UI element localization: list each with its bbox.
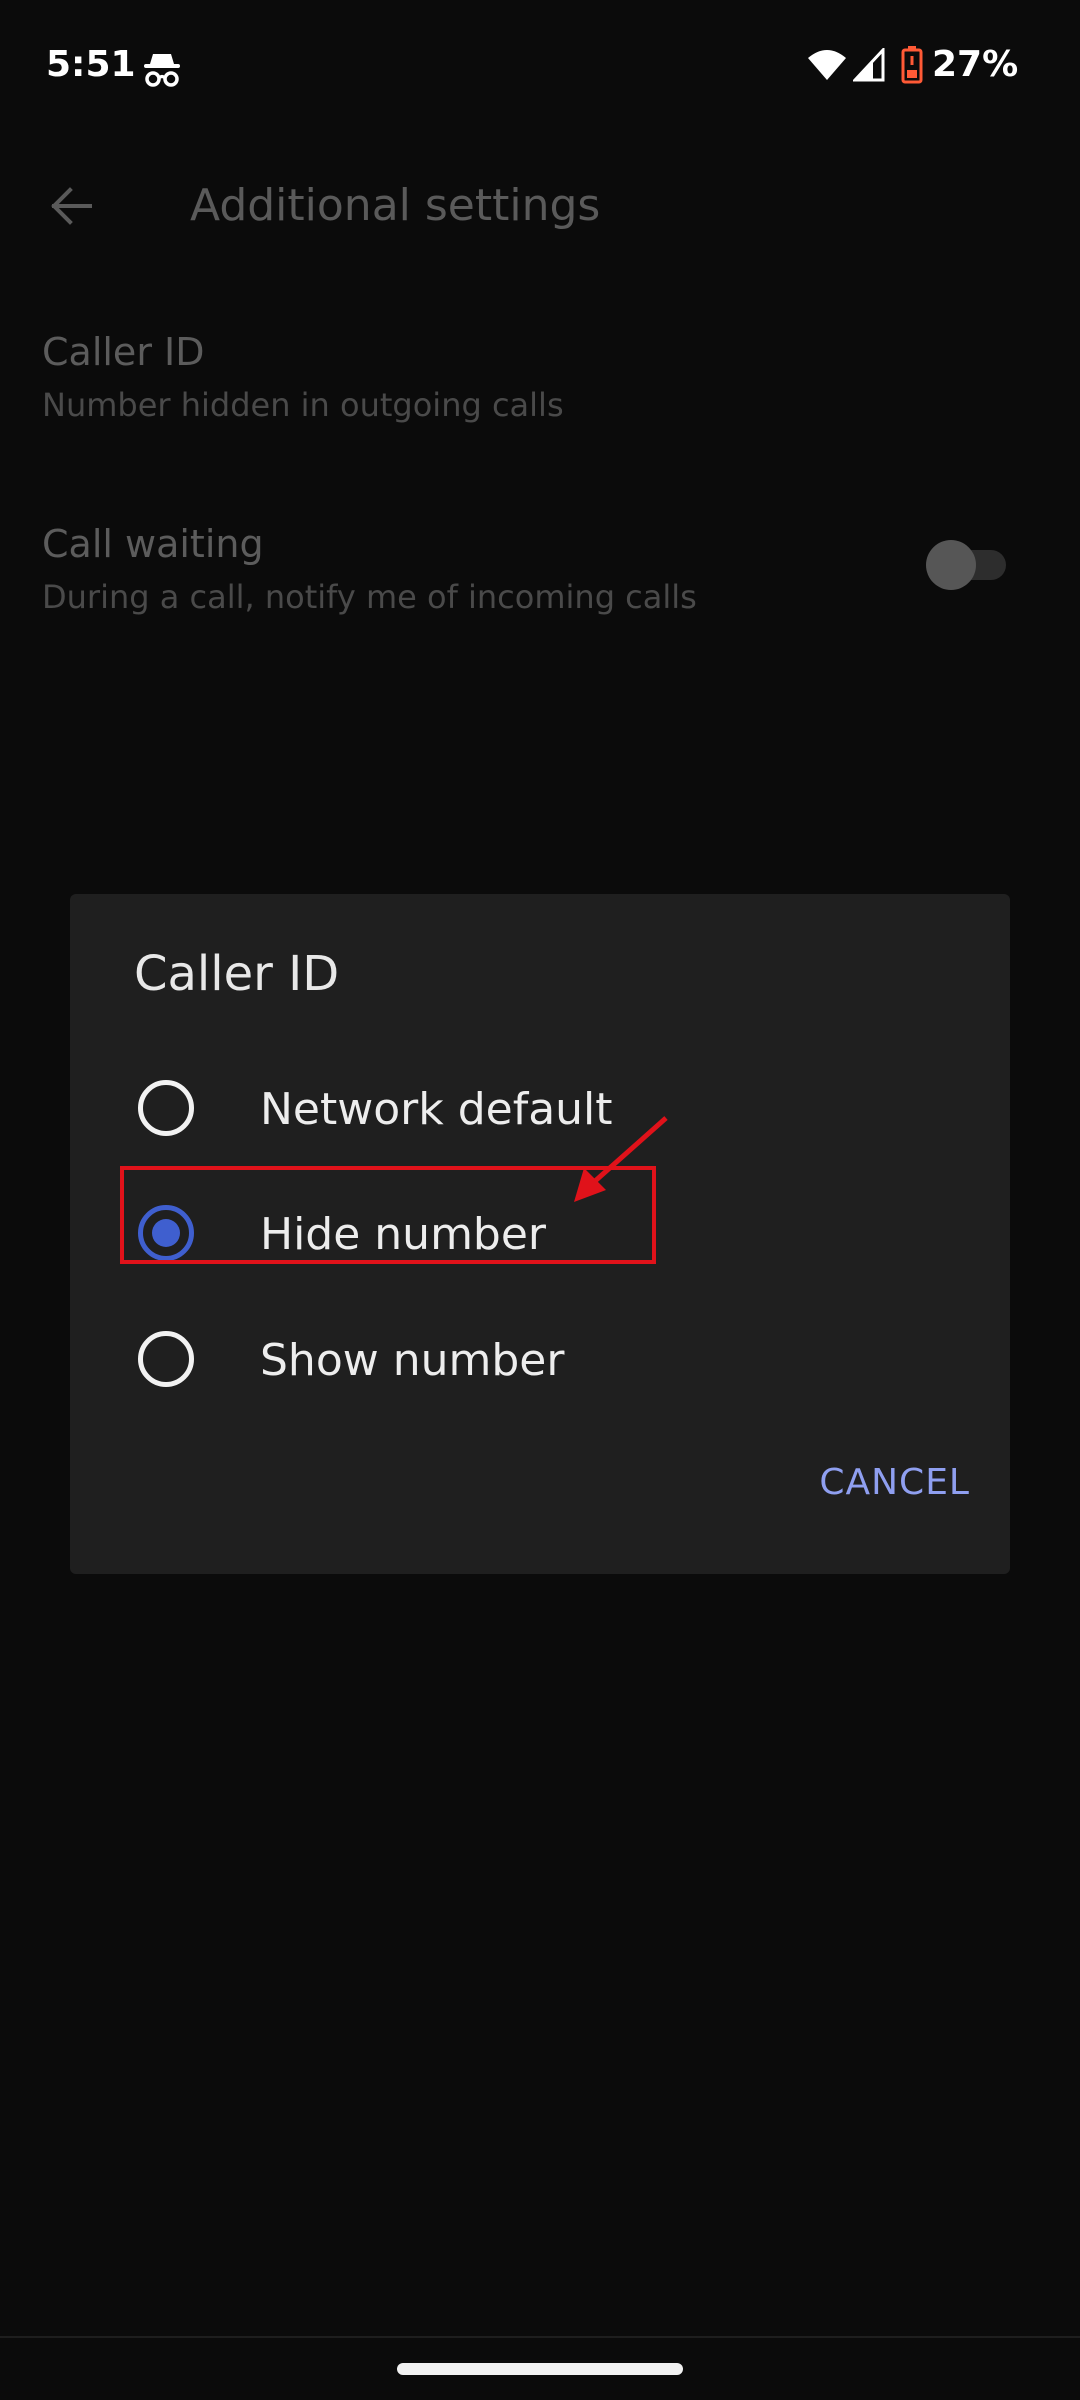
home-indicator[interactable] [397,2363,683,2375]
setting-title: Caller ID [42,330,205,374]
battery-icon [901,46,923,84]
cancel-button[interactable]: CANCEL [790,1462,970,1522]
incognito-icon [144,54,180,87]
caller-id-setting[interactable]: Caller ID Number hidden in outgoing call… [0,330,1080,440]
setting-subtitle: During a call, notify me of incoming cal… [42,578,697,616]
status-bar: 5:51 27% [0,0,1080,130]
call-waiting-setting[interactable]: Call waiting During a call, notify me of… [0,522,1080,632]
status-time: 5:51 [46,44,136,85]
nav-divider [0,2336,1080,2338]
annotation-arrow-icon [574,1116,668,1202]
signal-icon [853,48,885,82]
screen: 5:51 27% Additional settings Caller ID N… [0,0,1080,2400]
dialog-title: Caller ID [134,946,340,1002]
option-show-number[interactable]: Show number [70,1301,1010,1421]
call-waiting-toggle[interactable] [922,540,1008,590]
setting-subtitle: Number hidden in outgoing calls [42,386,564,424]
app-bar: Additional settings [0,150,1080,270]
wifi-icon [808,50,846,80]
arrow-back-icon[interactable] [46,180,98,232]
battery-percentage: 27% [932,44,1019,85]
setting-title: Call waiting [42,522,264,566]
option-network-default[interactable]: Network default [70,1050,1010,1170]
radio-button[interactable] [138,1080,194,1136]
page-title: Additional settings [190,180,601,231]
radio-button[interactable] [138,1331,194,1387]
toggle-thumb [926,540,976,590]
option-label: Show number [260,1335,565,1386]
